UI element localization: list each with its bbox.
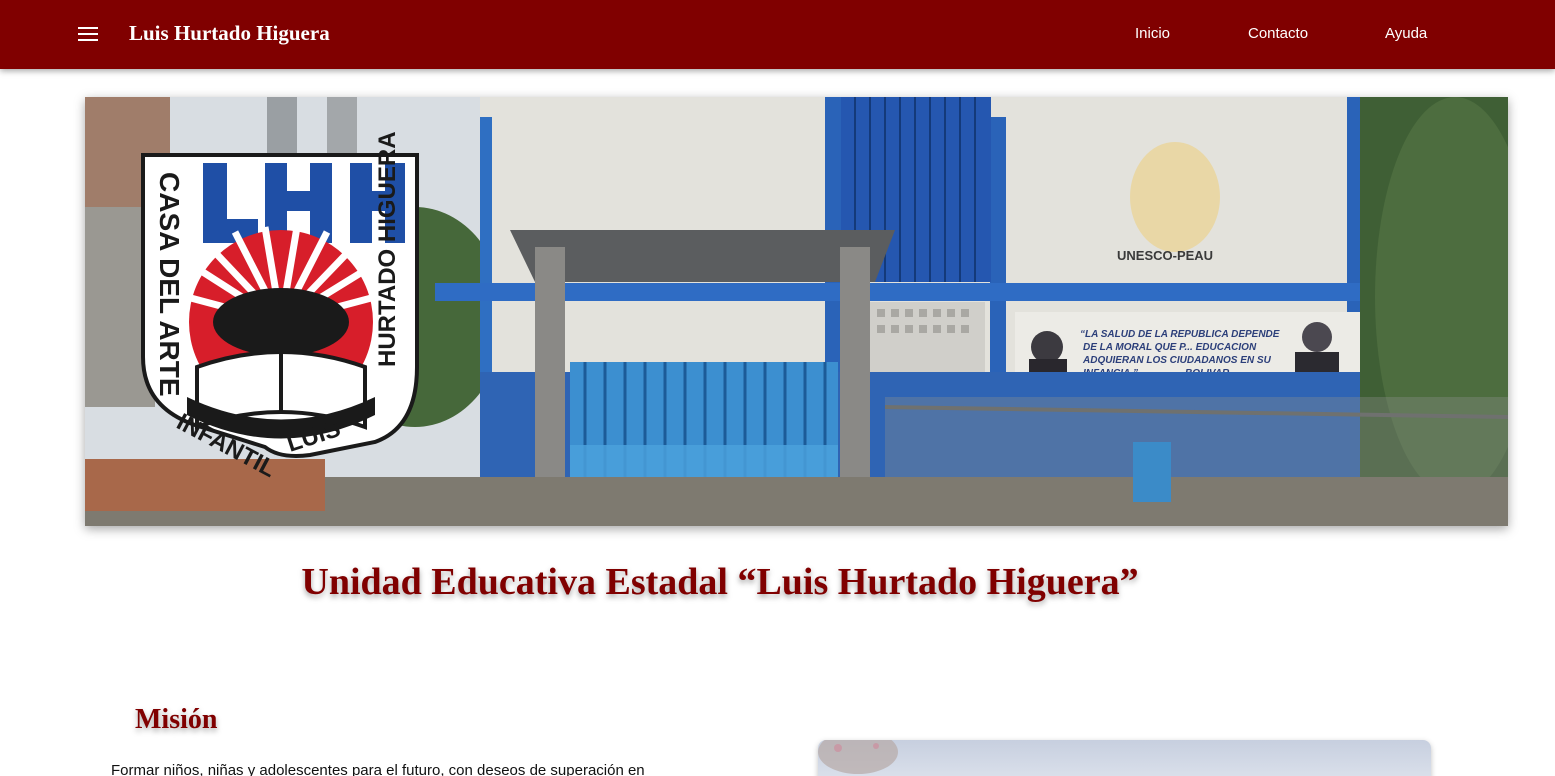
hamburger-menu-icon[interactable] [76, 20, 100, 48]
school-logo-image: CASA DEL ARTE HURTADO HIGUERA INFANTIL L… [141, 131, 419, 483]
svg-text:ADQUIERAN LOS CIUDADANOS EN SU: ADQUIERAN LOS CIUDADANOS EN SU [1082, 355, 1272, 366]
svg-text:“LA SALUD DE LA REPUBLICA DEPE: “LA SALUD DE LA REPUBLICA DEPENDE [1080, 329, 1280, 340]
top-navbar: Luis Hurtado Higuera Inicio Contacto Ayu… [0, 0, 1555, 69]
svg-text:HURTADO HIGUERA: HURTADO HIGUERA [374, 131, 401, 367]
brand-link[interactable]: Luis Hurtado Higuera [129, 21, 330, 46]
svg-text:DE LA MORAL QUE P... EDUCACION: DE LA MORAL QUE P... EDUCACION [1083, 342, 1257, 353]
svg-text:CASA DEL ARTE: CASA DEL ARTE [154, 172, 185, 397]
page-title: Unidad Educativa Estadal “Luis Hurtado H… [301, 561, 1139, 603]
nav-link-ayuda[interactable]: Ayuda [1385, 25, 1427, 42]
hero-school-photo: UNESCO-PEAU “LA SALUD DE LA REPUBLICA DE… [85, 97, 1508, 526]
mision-side-image [818, 740, 1431, 776]
unesco-sign: UNESCO-PEAU [1117, 248, 1213, 263]
nav-link-contacto[interactable]: Contacto [1248, 25, 1308, 42]
mision-text: Formar niños, niñas y adolescentes para … [111, 762, 645, 776]
mision-heading: Misión [135, 704, 218, 735]
nav-link-inicio[interactable]: Inicio [1135, 25, 1170, 42]
